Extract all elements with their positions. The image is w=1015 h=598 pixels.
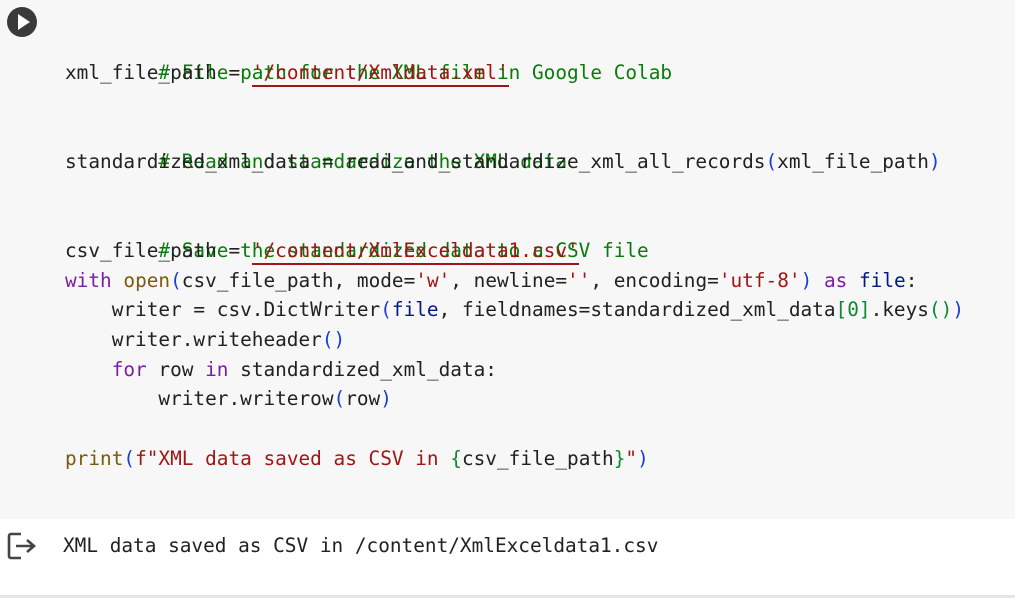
- code-bracket: ]: [858, 298, 871, 321]
- code-token: =: [216, 239, 252, 262]
- code-builtin: open: [123, 269, 171, 292]
- notebook-code-cell: # File path for the XML file in Google C…: [0, 0, 1015, 598]
- code-line-1: # File path for the XML file in Google C…: [65, 28, 672, 84]
- code-token: , encoding=: [590, 269, 719, 292]
- code-bracket: {: [450, 447, 462, 470]
- code-token: read_and_standardize_xml_all_records: [345, 150, 766, 173]
- code-token: :: [905, 269, 918, 292]
- code-line-13: writer.writerow(row): [65, 384, 392, 414]
- code-line-9: with open(csv_file_path, mode='w', newli…: [65, 266, 917, 296]
- code-bracket: [: [835, 298, 848, 321]
- code-token: standardized_xml_data:: [228, 358, 497, 381]
- code-bracket: (: [170, 269, 182, 292]
- code-bracket: ): [800, 269, 813, 292]
- code-token: xml_file_path: [777, 150, 929, 173]
- code-bracket: (: [380, 298, 392, 321]
- code-token: csv_file_path: [461, 447, 614, 470]
- code-line-4: # Read and standardize the XML data: [65, 117, 567, 173]
- code-token: writer.writeheader: [65, 328, 322, 351]
- code-number: 0: [847, 298, 859, 321]
- code-token: .keys: [870, 298, 929, 321]
- code-bracket: (: [123, 447, 136, 470]
- code-bracket: ): [380, 387, 392, 410]
- code-string: '': [567, 269, 591, 292]
- code-line-8: csv_file_path = '/content/XmlExceldata1.…: [65, 236, 579, 266]
- code-string: '/content/Xmldata.xml': [251, 61, 509, 87]
- play-icon: [18, 14, 30, 30]
- code-token: writer = csv.DictWriter: [65, 298, 381, 321]
- code-keyword: for: [111, 358, 147, 381]
- code-line-2: xml_file_path = '/content/Xmldata.xml': [65, 58, 509, 88]
- code-token: row: [146, 358, 206, 381]
- code-line-12: for row in standardized_xml_data:: [65, 355, 497, 385]
- code-line-11: writer.writeheader(): [65, 325, 346, 355]
- code-keyword: in: [205, 358, 229, 381]
- code-keyword: with: [65, 269, 112, 292]
- code-bracket: (): [928, 298, 953, 321]
- code-bracket: }: [613, 447, 626, 470]
- code-token: , newline=: [450, 269, 568, 292]
- code-variable: file: [391, 298, 439, 321]
- code-token: , fieldnames=standardized_xml_data: [438, 298, 836, 321]
- code-editor[interactable]: # File path for the XML file in Google C…: [0, 0, 1015, 519]
- code-line-7: # Save the standardized data to a CSV fi…: [65, 206, 648, 262]
- run-cell-button[interactable]: [7, 7, 37, 37]
- code-string: 'utf-8': [718, 269, 801, 292]
- code-token: row: [345, 387, 381, 410]
- code-string: 'w': [415, 269, 451, 292]
- code-bracket: (: [333, 387, 346, 410]
- code-token: csv_file_path, mode=: [181, 269, 416, 292]
- code-builtin: print: [65, 447, 124, 470]
- code-string: '/content/XmlExceldata1.csv': [251, 239, 579, 265]
- code-token: writer.writerow: [65, 387, 334, 410]
- code-line-15: print(f"XML data saved as CSV in {csv_fi…: [65, 444, 649, 474]
- code-token: =: [310, 150, 346, 173]
- code-string: ": [625, 447, 638, 470]
- code-bracket: (: [765, 150, 778, 173]
- code-string: f"XML data saved as CSV in: [135, 447, 451, 470]
- output-text: XML data saved as CSV in /content/XmlExc…: [63, 534, 659, 557]
- output-redirect-icon[interactable]: [7, 531, 39, 561]
- code-keyword: as: [823, 269, 848, 292]
- code-variable: file: [858, 269, 906, 292]
- code-bracket: (): [321, 328, 346, 351]
- code-token: standardized_xml_data: [65, 150, 311, 173]
- code-bracket: ): [952, 298, 964, 321]
- code-token: csv_file_path: [65, 239, 217, 262]
- code-bracket: ): [928, 150, 941, 173]
- code-bracket: ): [637, 447, 649, 470]
- code-token: xml_file_path: [65, 61, 217, 84]
- code-token: =: [216, 61, 252, 84]
- code-line-5: standardized_xml_data = read_and_standar…: [65, 147, 941, 177]
- code-line-10: writer = csv.DictWriter(file, fieldnames…: [65, 295, 964, 325]
